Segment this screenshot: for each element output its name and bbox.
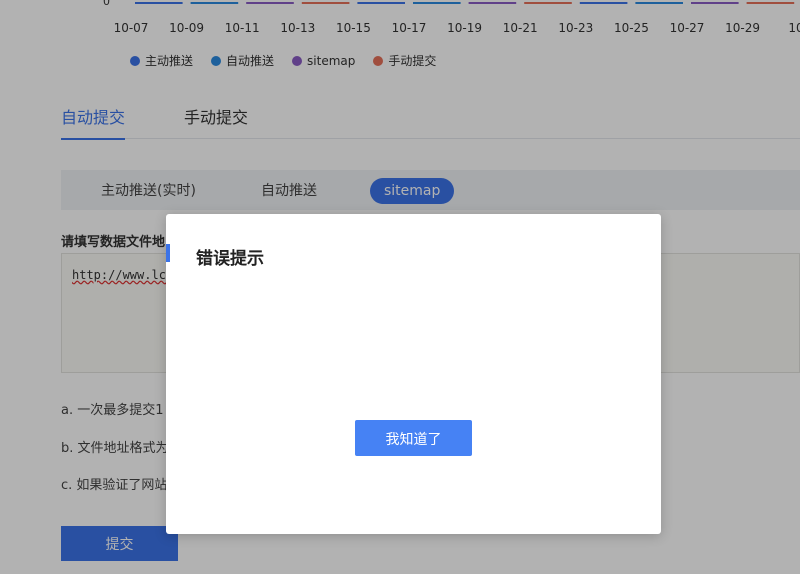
- error-dialog: 错误提示 我知道了: [166, 214, 661, 534]
- title-accent-bar: [166, 244, 170, 262]
- acknowledge-button[interactable]: 我知道了: [355, 420, 472, 456]
- dialog-title: 错误提示: [196, 249, 264, 269]
